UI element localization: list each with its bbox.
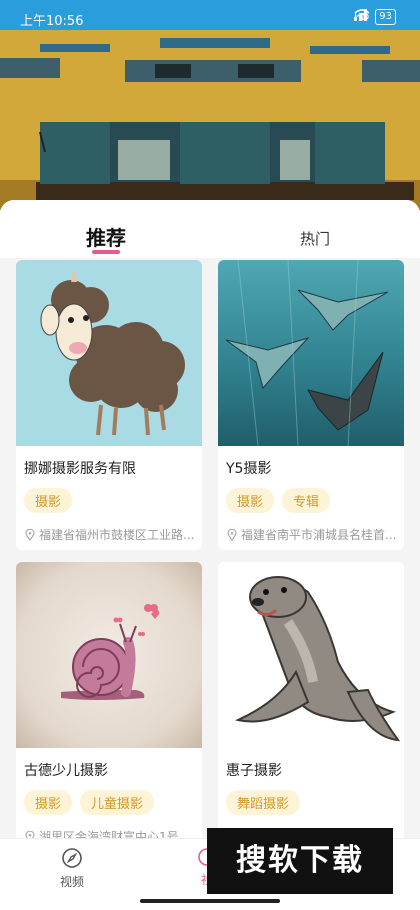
address-text: 福建省福州市鼓楼区工业路... <box>39 528 195 542</box>
status-time: 上午10:56 <box>20 14 84 29</box>
tag: 儿童摄影 <box>80 790 155 815</box>
tag: 舞蹈摄影 <box>226 790 301 815</box>
manta-ray-illustration <box>225 260 389 446</box>
status-bar: 上午10:56 HD 93 <box>0 0 420 36</box>
tag: 摄影 <box>226 488 275 513</box>
tag-list: 摄影 专辑 <box>226 488 331 513</box>
hero-banner[interactable]: 上午10:56 HD 93 <box>0 0 420 210</box>
card-image <box>218 260 404 446</box>
tab-active-indicator <box>92 250 120 254</box>
wifi-icon <box>354 9 370 21</box>
tag: 摄影 <box>24 488 73 513</box>
tag-list: 舞蹈摄影 <box>226 790 301 815</box>
card-title: 古德少儿摄影 <box>24 763 108 779</box>
card-title: 惠子摄影 <box>226 763 282 779</box>
studio-card[interactable]: 挪娜摄影服务有限 摄影 福建省福州市鼓楼区工业路... <box>16 260 202 550</box>
location-pin-icon <box>227 529 237 541</box>
tag-list: 摄影 <box>24 488 73 513</box>
studio-card[interactable]: 古德少儿摄影 摄影 儿童摄影 湖里区金海湾财富中心1号 <box>16 562 202 840</box>
card-image <box>218 562 404 748</box>
snail-illustration <box>61 604 160 700</box>
tag: 专辑 <box>282 488 331 513</box>
status-icons: HD 93 <box>354 9 396 25</box>
battery-icon: 93 <box>375 9 396 25</box>
card-title: 挪娜摄影服务有限 <box>24 461 136 477</box>
card-image <box>16 562 202 748</box>
card-title: Y5摄影 <box>226 461 272 477</box>
watermark-banner: 搜软下载 <box>207 828 393 894</box>
studio-card[interactable]: Y5摄影 摄影 专辑 福建省南平市浦城县名桂首... <box>218 260 404 550</box>
nav-video[interactable]: 视频 <box>52 847 92 890</box>
home-indicator <box>140 899 280 903</box>
address: 福建省南平市浦城县名桂首... <box>226 526 398 543</box>
card-image <box>16 260 202 446</box>
address-text: 福建省南平市浦城县名桂首... <box>241 528 397 542</box>
location-pin-icon <box>25 529 35 541</box>
studio-card[interactable]: 惠子摄影 舞蹈摄影 <box>218 562 404 840</box>
seal-illustration <box>234 576 401 742</box>
tag-list: 摄影 儿童摄影 <box>24 790 155 815</box>
sheep-illustration <box>40 268 185 436</box>
tab-hot[interactable]: 热门 <box>300 228 330 249</box>
screen: 上午10:56 HD 93 推荐 热门 <box>0 0 420 910</box>
nav-video-label: 视频 <box>59 875 84 889</box>
tab-recommend[interactable]: 推荐 <box>86 222 126 251</box>
tab-bar: 推荐 热门 <box>0 200 420 258</box>
compass-icon <box>62 848 82 868</box>
tag: 摄影 <box>24 790 73 815</box>
address: 福建省福州市鼓楼区工业路... <box>24 526 196 543</box>
content-panel: 推荐 热门 挪娜摄影服务有限 摄影 福建省福州市鼓楼区工业路... Y5摄影 摄… <box>0 200 420 840</box>
